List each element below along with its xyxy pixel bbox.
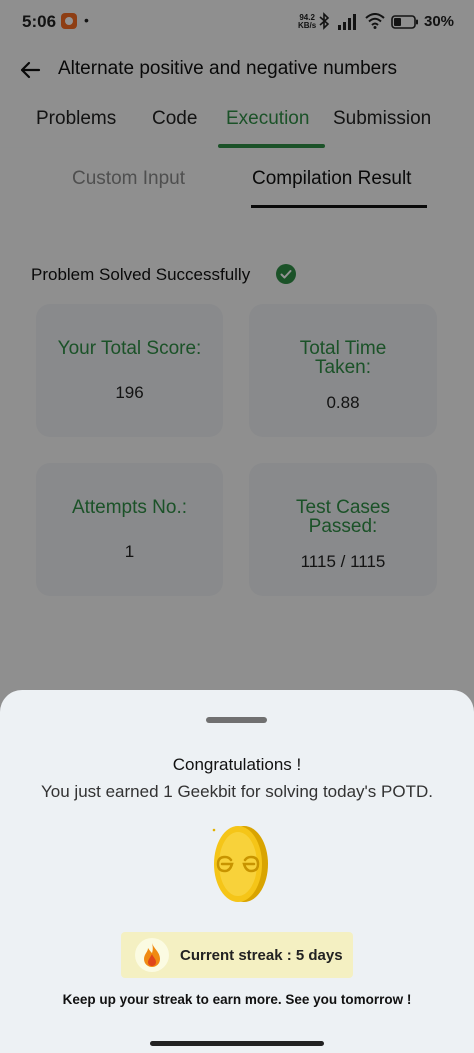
geekbit-message: You just earned 1 Geekbit for solving to… — [41, 782, 433, 801]
flame-icon — [144, 943, 160, 967]
home-indicator[interactable] — [150, 1041, 324, 1046]
congrats-title: Congratulations ! — [172, 755, 302, 774]
streak-footer-message: Keep up your streak to earn more. See yo… — [62, 992, 412, 1007]
current-streak: Current streak : 5 days — [180, 947, 343, 964]
sheet-drag-handle[interactable] — [206, 717, 267, 723]
geekbit-coin-icon — [212, 826, 268, 902]
